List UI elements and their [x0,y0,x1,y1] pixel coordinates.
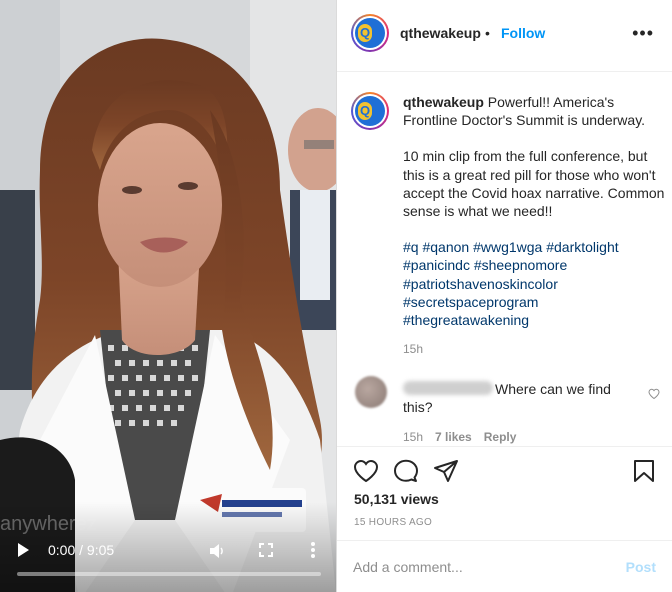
more-options-icon[interactable] [309,541,317,559]
hashtag[interactable]: #panicindc [403,257,470,273]
more-options-button[interactable]: ••• [632,24,654,42]
comment-icon[interactable] [393,459,419,483]
video-player[interactable]: anywherez 0:00 / 9:05 [0,0,336,592]
separator-dot: • [485,25,490,41]
volume-icon[interactable] [208,542,226,560]
like-icon[interactable] [353,459,379,483]
post-caption: qthewakeup Powerful!! America's Frontlin… [403,93,665,329]
post-header: Q qthewakeup • Follow ••• [337,0,672,72]
caption-paragraph-2: 10 min clip from the full conference, bu… [403,148,665,220]
avatar[interactable]: Q [351,14,389,52]
fullscreen-icon[interactable] [258,542,274,558]
post-actions: 50,131 views 15 HOURS AGO [337,446,672,540]
video-controls: 0:00 / 9:05 [0,536,336,566]
post-date[interactable]: 15 HOURS AGO [354,517,432,528]
follow-button[interactable]: Follow [501,25,545,41]
caption-avatar[interactable]: Q [351,92,389,130]
header-username[interactable]: qthewakeup [400,25,481,41]
hashtag[interactable]: #q [403,239,419,255]
caption-username[interactable]: qthewakeup [403,94,484,110]
comment-input[interactable]: Add a comment... [353,559,463,575]
comment-time: 15h [403,430,424,444]
hashtag-list: #q #qanon #wwg1wga #darktolight #panicin… [403,238,665,329]
post-comment-button[interactable]: Post [626,559,656,575]
view-count[interactable]: 50,131 views [354,491,439,507]
hashtag[interactable]: #darktolight [546,239,618,255]
comment-like-icon[interactable] [648,388,660,400]
video-time: 0:00 / 9:05 [48,542,115,558]
video-progress-bar[interactable] [17,572,321,576]
comment-meta: 15h 7 likes Reply [403,430,528,444]
hashtag[interactable]: #patriotshavenoskincolor [403,276,558,292]
caption-time: 15h [403,342,424,356]
hashtag[interactable]: #qanon [422,239,469,255]
post-panel: Q qthewakeup • Follow ••• Q qthewakeup P… [337,0,672,592]
save-icon[interactable] [633,459,655,483]
add-comment-bar: Add a comment... Post [337,540,672,592]
hashtag[interactable]: #wwg1wga [473,239,542,255]
comment-likes[interactable]: 7 likes [435,430,472,444]
comment-avatar[interactable] [355,376,387,408]
hashtag[interactable]: #secretspaceprogram [403,294,538,310]
comment-text: Where can we find this? [403,381,611,416]
hashtag[interactable]: #thegreatawakening [403,312,529,328]
share-icon[interactable] [433,459,459,483]
play-icon[interactable] [18,543,29,557]
comment-reply-button[interactable]: Reply [484,430,517,444]
hashtag[interactable]: #sheepnomore [474,257,567,273]
